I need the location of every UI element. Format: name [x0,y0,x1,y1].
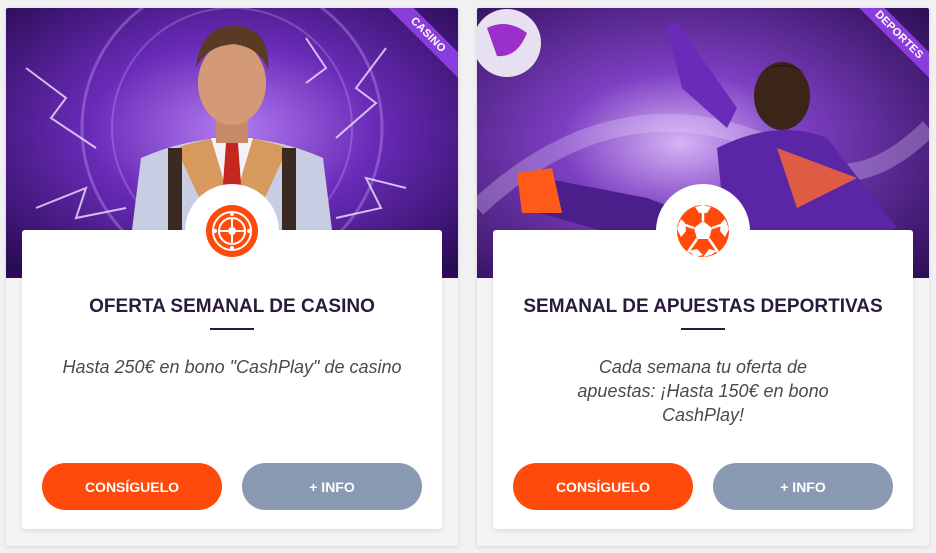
promotions-grid: CASINO OFERTA SEMANAL DE CASINO Hasta 25 [0,0,936,553]
sports-ribbon: DEPORTES [839,8,929,98]
casino-ribbon-label: CASINO [379,8,458,84]
sports-offer-panel: SEMANAL DE APUESTAS DEPORTIVAS Cada sema… [493,184,913,529]
casino-offer-description: Hasta 250€ en bono "CashPlay" de casino [62,357,402,377]
casino-badge [185,184,279,278]
sports-get-offer-button[interactable]: CONSÍGUELO [513,463,693,510]
sports-offer-title: SEMANAL DE APUESTAS DEPORTIVAS [523,296,883,317]
title-divider [210,328,254,330]
title-divider [681,328,725,330]
casino-promo-card: CASINO OFERTA SEMANAL DE CASINO Hasta 25 [6,8,458,546]
sports-offer-description: Cada semana tu oferta de apuestas: ¡Hast… [577,357,829,425]
sports-ribbon-label: DEPORTES [850,8,929,84]
casino-get-offer-button[interactable]: CONSÍGUELO [42,463,222,510]
casino-ribbon: CASINO [368,8,458,98]
roulette-icon [206,205,258,257]
sports-promo-card: DEPORTES SEMANAL DE APUESTAS DEPORTIVAS … [477,8,929,546]
casino-more-info-button[interactable]: + INFO [242,463,422,510]
casino-offer-panel: OFERTA SEMANAL DE CASINO Hasta 250€ en b… [22,184,442,529]
soccer-ball-icon [677,205,729,257]
sports-more-info-button[interactable]: + INFO [713,463,893,510]
casino-offer-title: OFERTA SEMANAL DE CASINO [89,296,375,317]
sports-badge [656,184,750,278]
